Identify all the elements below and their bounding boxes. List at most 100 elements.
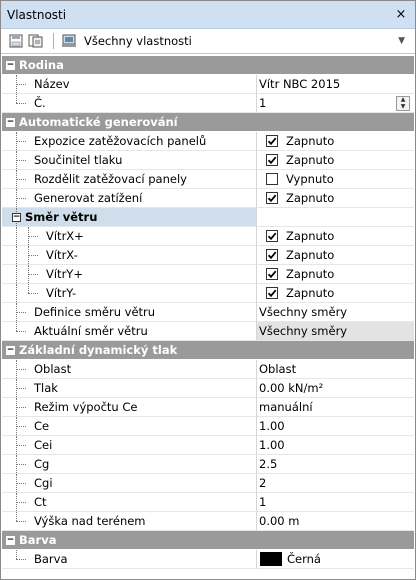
property-value: 2: [259, 476, 267, 490]
property-row-aktualni-smer-vetru[interactable]: Aktuální směr větru Všechny směry: [2, 322, 414, 341]
filter-view-icon[interactable]: [60, 32, 78, 50]
property-name: Barva: [34, 552, 68, 566]
checkbox[interactable]: [266, 249, 278, 261]
save-icon[interactable]: [7, 32, 25, 50]
chevron-down-icon[interactable]: ▼: [398, 36, 405, 46]
tree-line: [16, 312, 26, 313]
property-row-vitrx-plus[interactable]: VítrX+ Zapnuto: [2, 227, 414, 246]
color-swatch[interactable]: [260, 552, 282, 566]
checkbox[interactable]: [266, 173, 278, 185]
property-row-vitrx[interactable]: VítrX- Zapnuto: [2, 246, 414, 265]
property-name-cell: Č.: [2, 94, 257, 113]
tree-line: [16, 512, 17, 521]
check-icon: [267, 289, 277, 298]
property-value-cell[interactable]: Černá: [257, 550, 414, 569]
property-value-cell[interactable]: 0.00 m: [257, 512, 414, 531]
property-value-cell[interactable]: 1.00: [257, 417, 414, 436]
subgroup-label: Směr větru: [25, 210, 98, 224]
category-rodina[interactable]: − Rodina: [2, 56, 414, 75]
property-name-cell: Cei: [2, 436, 257, 455]
title-bar[interactable]: Vlastnosti ×: [1, 1, 415, 29]
property-value-cell[interactable]: Zapnuto: [257, 246, 414, 265]
property-name-cell: Generovat zatížení: [2, 189, 257, 208]
property-row-c[interactable]: Č. 1 ▲ ▼: [2, 94, 414, 113]
property-value-cell[interactable]: Zapnuto: [257, 284, 414, 303]
property-value-cell[interactable]: 0.00 kN/m²: [257, 379, 414, 398]
property-row-ct[interactable]: Ct 1: [2, 493, 414, 512]
checkbox[interactable]: [266, 230, 278, 242]
property-name: Cei: [34, 438, 53, 452]
property-name: Ct: [34, 495, 47, 509]
view-select[interactable]: Všechny vlastnosti ▼: [80, 34, 409, 48]
property-value-cell[interactable]: Všechny směry: [257, 303, 414, 322]
property-value-cell[interactable]: Zapnuto: [257, 227, 414, 246]
property-row-cgi[interactable]: Cgi 2: [2, 474, 414, 493]
property-row-definice-smeru-vetru[interactable]: Definice směru větru Všechny směry: [2, 303, 414, 322]
tree-line: [16, 369, 26, 370]
copy-properties-icon[interactable]: [27, 32, 45, 50]
property-row-rozdelit-zatezovaci-panely[interactable]: Rozdělit zatěžovací panely Vypnuto: [2, 170, 414, 189]
property-value-cell[interactable]: 1 ▲ ▼: [257, 94, 414, 113]
property-name-cell: Název: [2, 75, 257, 94]
property-row-nazev[interactable]: Název Vítr NBC 2015: [2, 75, 414, 94]
property-row-cg[interactable]: Cg 2.5: [2, 455, 414, 474]
property-value-cell[interactable]: Zapnuto: [257, 265, 414, 284]
property-row-soucinitel-tlaku[interactable]: Součinitel tlaku Zapnuto: [2, 151, 414, 170]
property-row-ce[interactable]: Ce 1.00: [2, 417, 414, 436]
property-row-expozice-zatezovacich-panelu[interactable]: Expozice zatěžovacích panelů Zapnuto: [2, 132, 414, 151]
property-value-cell[interactable]: Vypnuto: [257, 170, 414, 189]
property-row-tlak[interactable]: Tlak 0.00 kN/m²: [2, 379, 414, 398]
property-value-cell[interactable]: 2.5: [257, 455, 414, 474]
category-automaticke-generovani[interactable]: − Automatické generování: [2, 113, 414, 132]
close-icon[interactable]: ×: [393, 7, 409, 22]
check-icon: [267, 251, 277, 260]
property-row-vyska-nad-terenem[interactable]: Výška nad terénem 0.00 m: [2, 512, 414, 531]
property-value-cell[interactable]: Zapnuto: [257, 189, 414, 208]
property-row-oblast[interactable]: Oblast Oblast: [2, 360, 414, 379]
property-value-cell[interactable]: Vítr NBC 2015: [257, 75, 414, 94]
category-barva[interactable]: − Barva: [2, 531, 414, 550]
tree-line: [28, 293, 38, 294]
check-icon: [267, 232, 277, 241]
property-row-cei[interactable]: Cei 1.00: [2, 436, 414, 455]
property-name-cell: Rozdělit zatěžovací panely: [2, 170, 257, 189]
tree-line: [16, 284, 17, 302]
tree-line: [28, 284, 29, 293]
property-row-rezim-vypoctu-ce[interactable]: Režim výpočtu Ce manuální: [2, 398, 414, 417]
collapse-toggle-icon[interactable]: −: [6, 535, 15, 545]
collapse-toggle-icon[interactable]: −: [12, 212, 21, 222]
property-value-cell[interactable]: 1.00: [257, 436, 414, 455]
property-value-cell[interactable]: 2: [257, 474, 414, 493]
property-name-cell: Tlak: [2, 379, 257, 398]
collapse-toggle-icon[interactable]: −: [6, 60, 15, 70]
property-value-cell[interactable]: 1: [257, 493, 414, 512]
category-label: Základní dynamický tlak: [19, 343, 178, 357]
property-value: 2.5: [259, 457, 278, 471]
property-value-cell[interactable]: Zapnuto: [257, 132, 414, 151]
category-zakladni-dynamicky-tlak[interactable]: − Základní dynamický tlak: [2, 341, 414, 360]
tree-line: [16, 559, 26, 560]
spin-down-icon[interactable]: ▼: [397, 103, 409, 111]
number-spinner[interactable]: ▲ ▼: [396, 96, 410, 111]
checkbox[interactable]: [266, 192, 278, 204]
property-value-cell[interactable]: Oblast: [257, 360, 414, 379]
subgroup-smer-vetru[interactable]: − Směr větru: [2, 208, 414, 227]
property-name: Aktuální směr větru: [34, 324, 148, 338]
property-row-barva[interactable]: Barva Černá: [2, 550, 414, 569]
property-name-cell: Definice směru větru: [2, 303, 257, 322]
collapse-toggle-icon[interactable]: −: [6, 117, 15, 127]
checkbox[interactable]: [266, 268, 278, 280]
property-name-cell: Oblast: [2, 360, 257, 379]
property-row-generovat-zatizeni[interactable]: Generovat zatížení Zapnuto: [2, 189, 414, 208]
property-row-vitry-plus[interactable]: VítrY+ Zapnuto: [2, 265, 414, 284]
checkbox[interactable]: [266, 135, 278, 147]
tree-line: [16, 227, 17, 245]
property-row-vitry[interactable]: VítrY- Zapnuto: [2, 284, 414, 303]
property-value-cell[interactable]: manuální: [257, 398, 414, 417]
checkbox[interactable]: [266, 154, 278, 166]
property-value: Zapnuto: [286, 229, 335, 243]
property-name-cell: Režim výpočtu Ce: [2, 398, 257, 417]
checkbox[interactable]: [266, 287, 278, 299]
property-value-cell[interactable]: Zapnuto: [257, 151, 414, 170]
collapse-toggle-icon[interactable]: −: [6, 345, 15, 355]
